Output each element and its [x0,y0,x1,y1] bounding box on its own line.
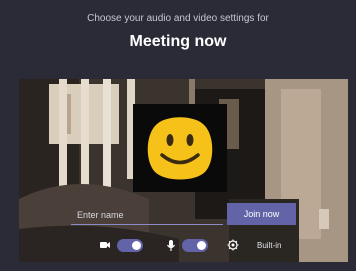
video-camera-icon [100,242,110,248]
meeting-title: Meeting now [129,33,227,50]
camera-toggle-knob [132,241,141,250]
video-preview: Join now Built-in [19,79,348,262]
device-settings-label[interactable]: Built-in [257,241,281,250]
gear-icon[interactable] [227,239,239,251]
device-controls: Built-in [19,237,348,255]
smiley-face-icon [147,117,213,180]
microphone-toggle[interactable] [182,239,208,252]
microphone-toggle-knob [197,241,206,250]
camera-toggle[interactable] [117,239,143,252]
name-input[interactable] [71,205,223,225]
avatar [133,104,227,192]
microphone-icon [167,240,175,251]
settings-prompt: Choose your audio and video settings for [87,13,269,24]
prejoin-screen: Choose your audio and video settings for… [0,0,356,271]
join-now-button[interactable]: Join now [227,203,296,225]
